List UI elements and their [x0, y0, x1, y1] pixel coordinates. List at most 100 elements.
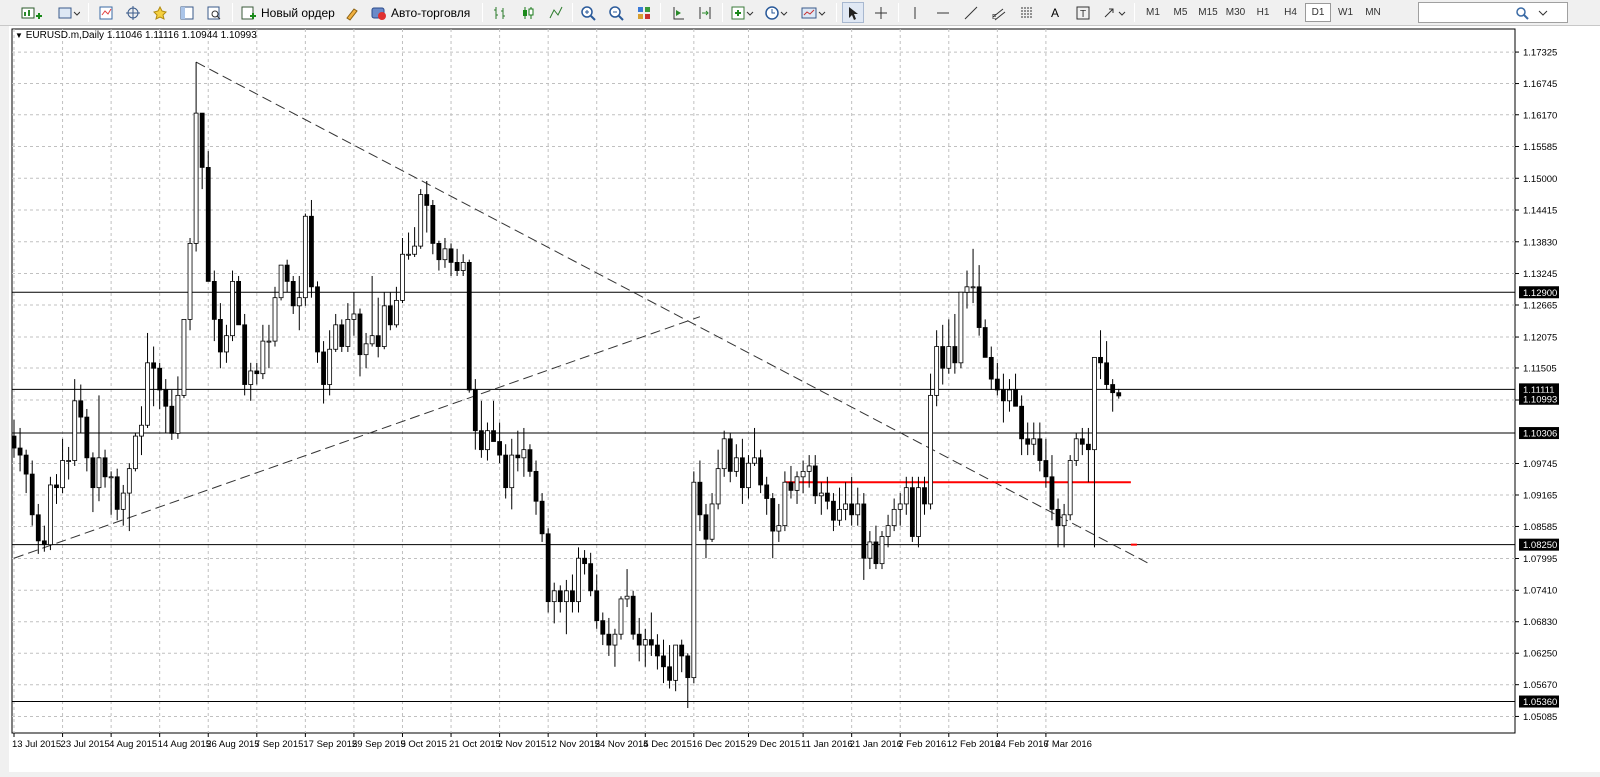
- arrows-icon[interactable]: [1100, 2, 1128, 23]
- candle-body: [600, 620, 606, 635]
- timeframe-d1-button[interactable]: D1: [1305, 3, 1331, 22]
- candle-body: [139, 424, 144, 437]
- candle-body: [363, 343, 369, 356]
- crosshair-icon[interactable]: [870, 2, 892, 23]
- candle-body: [661, 655, 666, 668]
- candle-body: [922, 487, 927, 505]
- candle-body: [108, 476, 114, 479]
- indicators-icon[interactable]: [728, 2, 756, 23]
- timeframe-m30-button[interactable]: M30: [1223, 3, 1249, 22]
- timeframe-h1-button[interactable]: H1: [1250, 3, 1276, 22]
- candle-body: [1061, 514, 1067, 527]
- terminal-icon[interactable]: [177, 2, 197, 23]
- candle-body: [1073, 438, 1079, 461]
- timeframe-m15-button[interactable]: M15: [1195, 3, 1221, 22]
- price-tick-label: 1.07995: [1523, 554, 1557, 565]
- new-order-button[interactable]: Новый ордер: [240, 2, 338, 23]
- candle-body: [934, 346, 940, 396]
- candlestick-icon[interactable]: [518, 2, 538, 23]
- candle-body: [126, 468, 132, 494]
- candle-body: [806, 465, 812, 472]
- zoom-in-icon[interactable]: [578, 2, 598, 23]
- candle-body: [557, 590, 563, 603]
- candle-body: [964, 286, 970, 293]
- new-order-icon: [241, 6, 256, 19]
- timeframe-w1-button[interactable]: W1: [1333, 3, 1359, 22]
- tile-windows-icon[interactable]: [634, 2, 654, 23]
- candle-body: [782, 481, 788, 527]
- date-tick-label: 29 Dec 2015: [746, 739, 800, 750]
- candle-body: [1067, 460, 1073, 516]
- date-tick-label: 29 Sep 2015: [352, 739, 406, 750]
- vertical-line-icon[interactable]: [904, 2, 926, 23]
- candle-body: [715, 468, 721, 505]
- auto-scroll-icon[interactable]: [695, 2, 715, 23]
- zoom-out-icon[interactable]: [606, 2, 626, 23]
- main-toolbar: Новый ордер Авто-торговля E A T M1 M5 M1…: [0, 0, 1600, 26]
- timeframe-mn-button[interactable]: MN: [1360, 3, 1386, 22]
- metaeditor-icon[interactable]: [342, 2, 362, 23]
- price-tick-label: 1.15585: [1523, 142, 1557, 153]
- candle-body: [472, 389, 478, 432]
- new-chart-icon[interactable]: [18, 2, 46, 23]
- candle-body: [1043, 460, 1049, 478]
- price-tick-label: 1.09745: [1523, 459, 1557, 470]
- bar-chart-icon[interactable]: [490, 2, 510, 23]
- price-tick-label: 1.17325: [1523, 48, 1557, 59]
- cursor-icon[interactable]: [842, 2, 864, 23]
- line-chart-icon[interactable]: [546, 2, 566, 23]
- candle-body: [1031, 438, 1037, 445]
- candle-body: [1110, 384, 1116, 394]
- auto-trading-label: Авто-торговля: [391, 5, 471, 20]
- candle-body: [648, 639, 654, 646]
- periods-icon[interactable]: [762, 2, 790, 23]
- templates-icon[interactable]: [798, 2, 828, 23]
- date-tick-label: 17 Sep 2015: [303, 739, 357, 750]
- candle-body: [1001, 389, 1006, 402]
- candle-body: [230, 280, 235, 337]
- profiles-icon[interactable]: [54, 2, 82, 23]
- date-tick-label: 21 Jan 2016: [850, 739, 902, 750]
- timeframe-m1-button[interactable]: M1: [1140, 3, 1166, 22]
- candle-body: [503, 454, 509, 489]
- new-order-label: Новый ордер: [261, 5, 335, 20]
- candle-body: [721, 438, 727, 470]
- timeframe-m5-button[interactable]: M5: [1168, 3, 1194, 22]
- candle-body: [169, 405, 175, 434]
- timeframe-h4-button[interactable]: H4: [1278, 3, 1304, 22]
- date-tick-label: 7 Mar 2016: [1044, 739, 1092, 750]
- candle-body: [175, 394, 181, 434]
- chart-shift-icon[interactable]: [668, 2, 688, 23]
- favorites-icon[interactable]: [150, 2, 170, 23]
- candle-body: [145, 362, 150, 426]
- tester-icon[interactable]: [204, 2, 224, 23]
- text-icon[interactable]: A: [1044, 2, 1066, 23]
- candle-body: [120, 492, 126, 510]
- candle-body: [29, 473, 35, 516]
- horizontal-line-icon[interactable]: [932, 2, 954, 23]
- fibonacci-icon[interactable]: [1016, 2, 1038, 23]
- navigator-icon[interactable]: [123, 2, 143, 23]
- collapse-triangle-icon[interactable]: ▼: [15, 31, 23, 40]
- candle-body: [387, 305, 393, 326]
- candle-body: [691, 481, 697, 679]
- dropdown-arrow-icon[interactable]: [1536, 2, 1550, 23]
- candle-body: [831, 500, 836, 521]
- candle-body: [1092, 356, 1097, 451]
- candle-body: [800, 470, 806, 478]
- price-tick-label: 1.05085: [1523, 712, 1557, 723]
- candle-body: [855, 503, 861, 516]
- market-watch-icon[interactable]: [96, 2, 116, 23]
- trendline-icon[interactable]: [960, 2, 982, 23]
- text-label-icon[interactable]: T: [1072, 2, 1094, 23]
- candle-body: [594, 590, 600, 622]
- candle-body: [11, 435, 17, 449]
- channel-icon[interactable]: E: [988, 2, 1010, 23]
- candle-body: [339, 324, 345, 347]
- auto-trading-button[interactable]: Авто-торговля: [370, 2, 476, 23]
- candle-body: [1049, 476, 1055, 510]
- search-icon[interactable]: [1512, 2, 1532, 23]
- trend-line: [195, 61, 1150, 565]
- chart-window[interactable]: 1.17325 1.16745 1.16170 1.15585 1.15000 1.144…: [9, 26, 1600, 772]
- price-chart[interactable]: 1.17325 1.16745 1.16170 1.15585 1.15000 1.144…: [9, 26, 1600, 772]
